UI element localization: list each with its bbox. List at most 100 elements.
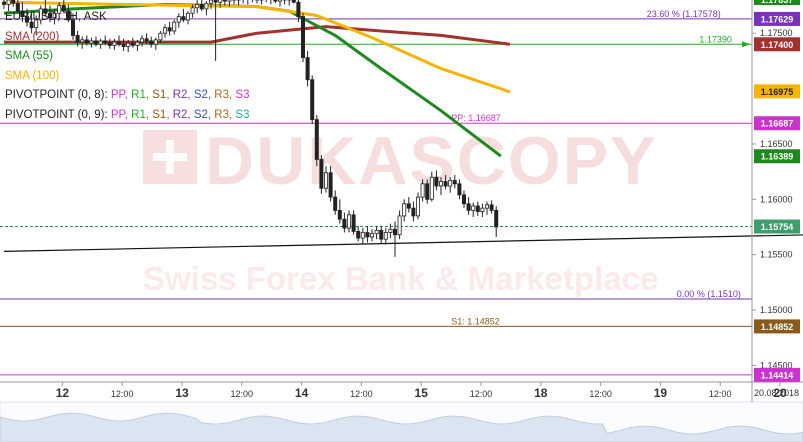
x-tick-label: 12 xyxy=(56,386,70,400)
candle-body xyxy=(2,1,7,5)
candle-body xyxy=(429,176,434,200)
candle[interactable] xyxy=(314,115,319,167)
candle[interactable] xyxy=(471,202,476,218)
candle[interactable] xyxy=(466,197,471,215)
badge-text: 1.14414 xyxy=(761,370,794,380)
candle[interactable] xyxy=(397,210,402,240)
legend-pivot-9[interactable]: PIVOTPOINT (0, 9): PP, R1, S1, R2, S2, R… xyxy=(5,106,249,126)
candle[interactable] xyxy=(291,0,296,4)
legend-pivot-s3: S3 xyxy=(235,108,250,121)
legend-pivot-s3: S3 xyxy=(235,89,250,102)
candle[interactable] xyxy=(489,200,494,214)
candle[interactable] xyxy=(494,205,499,237)
candle-body xyxy=(365,232,370,238)
legend-sma100[interactable]: SMA (100) xyxy=(5,67,249,87)
candle-body xyxy=(346,214,351,229)
candle[interactable] xyxy=(319,155,324,194)
candle[interactable] xyxy=(254,0,259,4)
price-badge[interactable]: 1.14852 xyxy=(754,319,800,334)
x-tick-label: 12:00 xyxy=(111,389,134,399)
date-label: 20.08.2018 xyxy=(754,388,799,398)
candle[interactable] xyxy=(475,201,480,216)
price-badge[interactable]: 1.14414 xyxy=(754,367,800,382)
candle-body xyxy=(213,0,218,3)
price-badge[interactable]: 1.17629 xyxy=(754,11,800,26)
candle[interactable] xyxy=(379,225,384,244)
candle-body xyxy=(300,16,305,58)
candle[interactable] xyxy=(251,0,254,3)
candle[interactable] xyxy=(310,75,315,125)
candle[interactable] xyxy=(246,0,249,5)
candle-body xyxy=(296,1,301,18)
watermark-logo-cross xyxy=(153,153,187,161)
price-badge[interactable]: 1.17400 xyxy=(754,37,800,52)
chart-root[interactable]: DUKASCOPY Swiss Forex Bank & Marketplace … xyxy=(0,0,803,442)
legend-sma55[interactable]: SMA (55) xyxy=(5,47,249,67)
candle[interactable] xyxy=(273,0,278,4)
level-label: PP: 1.16687 xyxy=(451,113,501,123)
price-badge[interactable]: 1.16687 xyxy=(754,116,800,131)
legend-pivot-r3: R3, xyxy=(214,89,233,102)
level-label: 0.00 % (1.1510) xyxy=(677,289,741,299)
candle-body xyxy=(323,172,328,189)
candle-body xyxy=(369,233,374,238)
badge-text: 1.17400 xyxy=(761,40,794,50)
candle[interactable] xyxy=(351,210,356,235)
badge-text: 1.17837 xyxy=(761,0,794,5)
price-badge[interactable]: 1.16975 xyxy=(754,84,800,99)
legend-pivot-r3: R3, xyxy=(214,108,233,121)
candle[interactable] xyxy=(11,0,16,7)
candle[interactable] xyxy=(360,228,365,244)
candle[interactable] xyxy=(411,201,416,222)
candle-body xyxy=(415,196,420,217)
candle-body xyxy=(402,203,407,217)
candle[interactable] xyxy=(231,0,236,5)
candle-body xyxy=(273,0,278,2)
candle[interactable] xyxy=(282,0,287,5)
x-tick-label: 18 xyxy=(534,386,548,400)
candle-body xyxy=(218,0,223,3)
candle-body xyxy=(356,231,361,239)
candle[interactable] xyxy=(356,225,361,242)
candle[interactable] xyxy=(484,201,489,215)
candle-body xyxy=(471,205,476,211)
price-badge[interactable]: 1.17837 xyxy=(754,0,800,5)
candle-body xyxy=(457,183,462,196)
legend-pivot-r1: R1, xyxy=(131,89,150,102)
candle[interactable] xyxy=(337,199,342,224)
candle[interactable] xyxy=(242,0,245,4)
x-tick-label: 14 xyxy=(295,386,309,400)
candle[interactable] xyxy=(369,229,374,242)
badge-text: 1.16389 xyxy=(761,152,794,162)
candle[interactable] xyxy=(365,225,370,243)
candle[interactable] xyxy=(342,212,347,233)
candle-body xyxy=(388,228,393,233)
candle[interactable] xyxy=(287,0,292,6)
candle[interactable] xyxy=(305,50,310,87)
trend-line[interactable] xyxy=(3,234,803,252)
candle[interactable] xyxy=(265,0,268,3)
candle[interactable] xyxy=(402,199,407,222)
candle[interactable] xyxy=(259,0,264,5)
candle[interactable] xyxy=(388,223,393,239)
candle[interactable] xyxy=(300,13,305,63)
badge-text: 1.17629 xyxy=(761,14,794,24)
candle-body xyxy=(319,159,324,189)
candle-body xyxy=(452,180,457,185)
candle[interactable] xyxy=(406,197,411,213)
candle[interactable] xyxy=(277,0,282,7)
price-badge[interactable]: 1.16389 xyxy=(754,149,800,164)
y-tick-label: 1.16000 xyxy=(760,194,793,204)
price-badge[interactable]: 1.15754 xyxy=(754,219,800,234)
arrow-icon xyxy=(742,41,750,48)
candle-body xyxy=(227,0,232,2)
candle[interactable] xyxy=(269,0,272,5)
level-label: 1.17390 xyxy=(699,34,732,44)
candle[interactable] xyxy=(346,210,351,233)
chart-legend: EUR/USD, 1H, ASK SMA (200) SMA (55) SMA … xyxy=(5,8,249,126)
candle[interactable] xyxy=(383,228,388,245)
candle[interactable] xyxy=(374,225,379,240)
candle[interactable] xyxy=(480,203,485,218)
legend-pivot-8[interactable]: PIVOTPOINT (0, 8): PP, R1, S1, R2, S2, R… xyxy=(5,86,249,106)
legend-sma200[interactable]: SMA (200) xyxy=(5,28,249,48)
